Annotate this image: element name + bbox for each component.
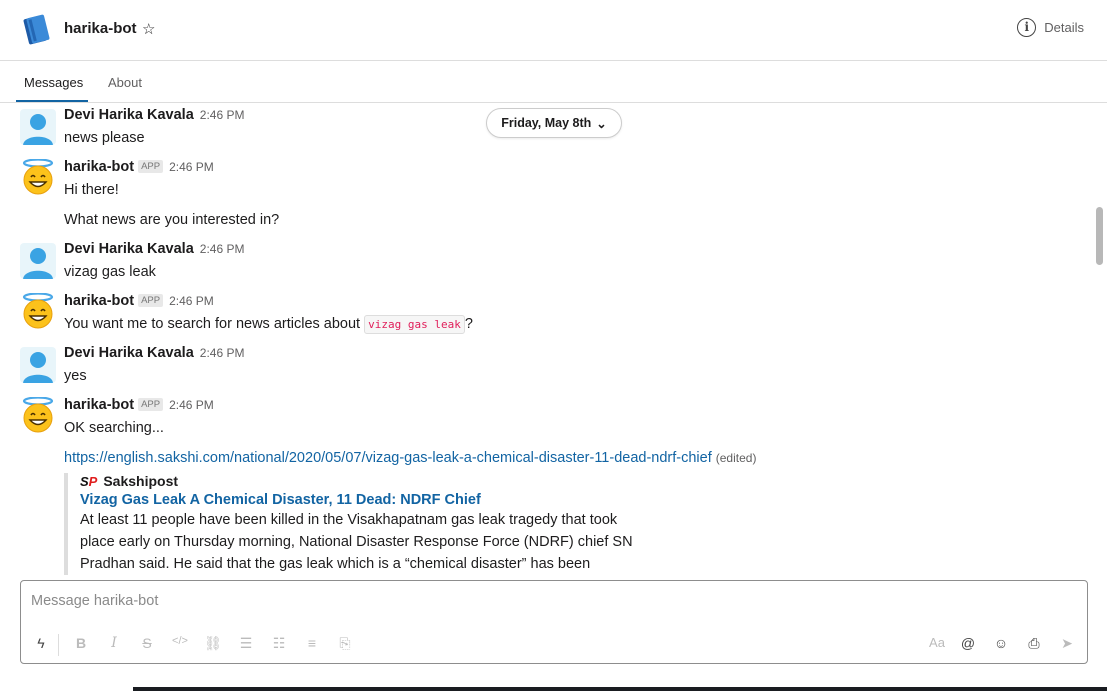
message-composer: ϟ B I S </> ⛓ ☰ ☷ ≡ ⎘ Aa @ ☺ ⎙ ➤ [20, 580, 1088, 664]
channel-header: harika-bot ☆ i Details [0, 0, 1107, 61]
message-text: OK searching... [64, 420, 164, 436]
code-icon[interactable]: </> [170, 635, 190, 647]
timestamp[interactable]: 2:46 PM [200, 108, 245, 122]
timestamp[interactable]: 2:46 PM [169, 398, 214, 412]
attachment-body: At least 11 people have been killed in t… [80, 509, 664, 575]
composer-toolbar: ϟ B I S </> ⛓ ☰ ☷ ≡ ⎘ Aa @ ☺ ⎙ ➤ [21, 631, 1087, 659]
attachment-body-line: At least 11 people have been killed in t… [80, 512, 618, 528]
chevron-down-icon: ⌄ [596, 116, 607, 131]
window-bottom-bar [133, 687, 1107, 691]
timestamp[interactable]: 2:46 PM [200, 242, 245, 256]
article-link[interactable]: https://english.sakshi.com/national/2020… [64, 450, 712, 466]
send-icon[interactable]: ➤ [1057, 635, 1077, 652]
blockquote-icon[interactable]: ≡ [302, 635, 322, 651]
strikethrough-icon[interactable]: S [137, 635, 157, 651]
app-badge: APP [138, 294, 164, 307]
info-icon: i [1017, 18, 1037, 37]
app-book-icon [23, 14, 50, 45]
italic-icon[interactable]: I [104, 635, 124, 651]
message-text: yes [64, 368, 87, 384]
timestamp[interactable]: 2:46 PM [169, 294, 214, 308]
link-preview-attachment: SP Sakshipost Vizag Gas Leak A Chemical … [64, 473, 664, 575]
code-block-icon[interactable]: ⎘ [335, 635, 355, 652]
message-text: What news are you interested in? [64, 212, 280, 228]
attachment-title-link[interactable]: Vizag Gas Leak A Chemical Disaster, 11 D… [80, 492, 664, 508]
sender-name[interactable]: Devi Harika Kavala 2:46 PM [64, 241, 244, 257]
details-button[interactable]: i Details [1017, 18, 1084, 37]
user-avatar[interactable] [20, 109, 56, 145]
user-avatar[interactable] [20, 243, 56, 279]
app-badge: APP [138, 160, 164, 173]
tab-messages[interactable]: Messages [24, 75, 83, 90]
date-divider-button[interactable]: Friday, May 8th ⌄ [486, 108, 622, 138]
toolbar-divider [58, 634, 59, 656]
sender-name[interactable]: harika-bot APP 2:46 PM [64, 159, 214, 175]
bot-avatar-halo-smiley-icon[interactable] [20, 397, 56, 433]
edited-label: (edited) [715, 451, 757, 465]
attachment-source: SP Sakshipost [80, 473, 664, 489]
attachment-source-name: Sakshipost [103, 473, 179, 489]
date-label: Friday, May 8th [501, 116, 592, 130]
timestamp[interactable]: 2:46 PM [200, 346, 245, 360]
attachment-paperclip-icon[interactable]: ⎙ [1024, 635, 1044, 652]
link-icon[interactable]: ⛓ [203, 635, 223, 652]
bot-avatar-halo-smiley-icon[interactable] [20, 159, 56, 195]
message-text: Hi there! [64, 182, 119, 198]
sender-name[interactable]: harika-bot APP 2:46 PM [64, 397, 214, 413]
emoji-icon[interactable]: ☺ [991, 635, 1011, 651]
app-badge: APP [138, 398, 164, 411]
sender-name[interactable]: Devi Harika Kavala 2:46 PM [64, 107, 244, 123]
inline-code: vizag gas leak [364, 315, 465, 334]
channel-title[interactable]: harika-bot [64, 20, 137, 37]
sakshipost-logo: SP [80, 473, 98, 489]
message-link-line: https://english.sakshi.com/national/2020… [64, 450, 756, 466]
attachment-body-line: Pradhan said. He said that the gas leak … [80, 556, 591, 572]
active-tab-indicator [16, 100, 88, 102]
mention-icon[interactable]: @ [958, 635, 978, 651]
tab-bar: Messages About [0, 61, 1107, 103]
message-text: You want me to search for news articles … [64, 315, 473, 334]
sender-name[interactable]: Devi Harika Kavala 2:46 PM [64, 345, 244, 361]
message-text: news please [64, 130, 145, 146]
formatting-toggle-icon[interactable]: Aa [927, 635, 947, 650]
message-list: Devi Harika Kavala 2:46 PM news please ha… [0, 103, 1094, 580]
user-avatar[interactable] [20, 347, 56, 383]
bulleted-list-icon[interactable]: ☷ [269, 635, 289, 652]
sender-name[interactable]: harika-bot APP 2:46 PM [64, 293, 214, 309]
star-icon[interactable]: ☆ [142, 20, 155, 38]
ordered-list-icon[interactable]: ☰ [236, 635, 256, 652]
details-label: Details [1044, 20, 1084, 35]
attachment-body-line: place early on Thursday morning, Nationa… [80, 534, 633, 550]
bold-icon[interactable]: B [71, 635, 91, 651]
tab-about[interactable]: About [108, 75, 142, 90]
shortcuts-lightning-icon[interactable]: ϟ [31, 635, 51, 651]
bot-avatar-halo-smiley-icon[interactable] [20, 293, 56, 329]
message-input[interactable] [31, 593, 931, 609]
timestamp[interactable]: 2:46 PM [169, 160, 214, 174]
scrollbar-thumb[interactable] [1096, 207, 1103, 265]
message-text: vizag gas leak [64, 264, 156, 280]
